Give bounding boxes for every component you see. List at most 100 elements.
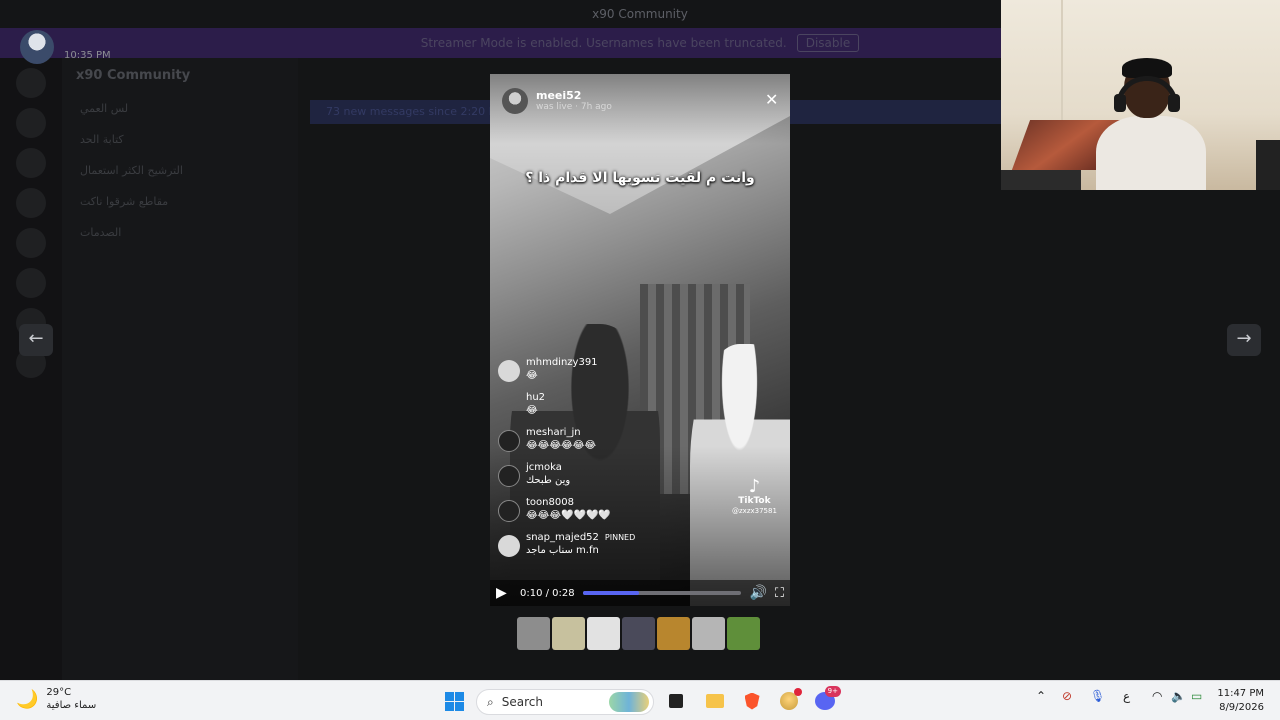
disable-button[interactable]: Disable xyxy=(796,34,860,52)
comment-user: snap_majed52 PINNED xyxy=(526,531,635,544)
live-status: was live · 7h ago xyxy=(536,102,612,112)
discord-badge: 9+ xyxy=(824,686,841,697)
taskbar: 🌙 29°C سماء صافية ⌕ Search 9+ ⌃ ⊘ 🎙 ع ◠ … xyxy=(0,680,1280,720)
language-indicator[interactable]: ع xyxy=(1123,689,1130,703)
webcam-hair xyxy=(1122,58,1172,78)
media-thumbnail[interactable] xyxy=(622,617,655,650)
comment-text: 😂 xyxy=(526,405,538,416)
server-list xyxy=(0,58,62,680)
comment-user: jcmoka xyxy=(526,462,562,473)
headset-ear-left xyxy=(1114,94,1126,112)
battery-icon[interactable]: ▭ xyxy=(1191,689,1202,703)
clock-date: 8/9/2026 xyxy=(1219,702,1264,713)
speaker-icon[interactable]: 🔈 xyxy=(1171,689,1186,703)
clock-time: 11:47 PM xyxy=(1217,688,1264,699)
channel-item[interactable]: الترشيح الكثر استعمال xyxy=(62,155,298,186)
wifi-icon[interactable]: ◠ xyxy=(1152,689,1162,703)
comment-item: jcmoka وين طبحك xyxy=(498,461,698,490)
comment-avatar xyxy=(498,465,520,487)
microphone-icon[interactable]: 🎙 xyxy=(1090,689,1105,703)
media-thumbnail[interactable] xyxy=(517,617,550,650)
live-user-avatar xyxy=(502,88,528,114)
server-icon[interactable] xyxy=(16,268,46,298)
banner-text: Streamer Mode is enabled. Usernames have… xyxy=(420,36,787,50)
channel-item[interactable]: كتابة الحد xyxy=(62,124,298,155)
server-icon[interactable] xyxy=(16,108,46,138)
comment-avatar xyxy=(498,395,520,417)
webcam-overlay xyxy=(1001,0,1280,190)
thumbnail-strip xyxy=(517,617,760,650)
system-clock[interactable]: 11:47 PM 8/9/2026 xyxy=(1212,687,1264,715)
server-icon[interactable] xyxy=(16,148,46,178)
play-icon[interactable]: ▶ xyxy=(496,585,512,601)
comment-avatar xyxy=(498,360,520,382)
server-icon[interactable] xyxy=(16,188,46,218)
next-media-button[interactable]: → xyxy=(1227,324,1261,356)
moon-icon: 🌙 xyxy=(16,688,39,710)
comment-text: سناب ماجد m.fn xyxy=(526,545,599,556)
comment-avatar xyxy=(498,535,520,557)
start-button[interactable] xyxy=(442,689,466,713)
comment-text: 😂😂😂🤍🤍🤍🤍 xyxy=(526,510,611,521)
comment-item: snap_majed52 PINNED سناب ماجد m.fn xyxy=(498,531,698,560)
close-icon[interactable]: ✕ xyxy=(765,92,778,108)
fullscreen-icon[interactable]: ⛶ xyxy=(775,586,784,601)
previous-media-button[interactable]: ← xyxy=(19,324,53,356)
video-caption: وانت م لقيت تسويها الا قدام ذا ؟ xyxy=(525,170,755,186)
channel-item[interactable]: الصدمات xyxy=(62,217,298,248)
comment-text: 😂 xyxy=(526,370,538,381)
media-thumbnail[interactable] xyxy=(692,617,725,650)
search-label: Search xyxy=(501,695,543,709)
video-player[interactable]: meei52 was live · 7h ago ✕ وانت م لقيت ت… xyxy=(490,74,790,606)
webcam-chair xyxy=(1256,140,1280,190)
app-icon[interactable] xyxy=(777,688,802,713)
windows-logo-icon xyxy=(444,691,464,711)
notification-dot xyxy=(794,688,802,696)
live-comments: mhmdinzy391 😂 hu2 😂 meshari_jn 😂😂😂😂😂😂 jcmok… xyxy=(498,356,698,566)
server-icon[interactable] xyxy=(16,228,46,258)
comment-user: meshari_jn xyxy=(526,427,581,438)
video-controls: ▶ 0:10 / 0:28 🔊 ⛶ xyxy=(490,580,790,606)
channel-item[interactable]: مقاطع شرقوا ناكت xyxy=(62,186,298,217)
server-icon[interactable] xyxy=(16,68,46,98)
tiktok-watermark: ♪ TikTok @zxzx37581 xyxy=(732,478,777,516)
media-thumbnail[interactable] xyxy=(657,617,690,650)
volume-icon[interactable]: 🔊 xyxy=(749,585,766,601)
webcam-desk xyxy=(1001,170,1081,190)
comment-item: hu2 😂 xyxy=(498,391,698,420)
live-user-header: meei52 was live · 7h ago xyxy=(502,88,612,114)
comment-text: 😂😂😂😂😂😂 xyxy=(526,440,597,451)
task-view-icon[interactable] xyxy=(664,689,688,713)
comment-item: meshari_jn 😂😂😂😂😂😂 xyxy=(498,426,698,455)
server-name[interactable]: x90 Community xyxy=(62,58,298,93)
message-time: 10:35 PM xyxy=(64,50,111,61)
comment-item: mhmdinzy391 😂 xyxy=(498,356,698,385)
tiktok-handle: @zxzx37581 xyxy=(732,507,777,515)
comment-user: mhmdinzy391 xyxy=(526,357,598,368)
file-explorer-icon[interactable] xyxy=(703,689,727,713)
comment-user: hu2 xyxy=(526,392,546,403)
brave-browser-icon[interactable] xyxy=(740,689,764,713)
weather-widget[interactable]: 🌙 29°C سماء صافية xyxy=(16,686,96,712)
search-highlight-image xyxy=(609,692,649,712)
media-thumbnail[interactable] xyxy=(587,617,620,650)
taskbar-search[interactable]: ⌕ Search xyxy=(476,689,654,715)
media-thumbnail[interactable] xyxy=(552,617,585,650)
live-username: meei52 xyxy=(536,89,582,102)
channel-item[interactable]: لس العمي xyxy=(62,93,298,124)
progress-track[interactable] xyxy=(582,591,742,595)
weather-condition: سماء صافية xyxy=(46,700,97,711)
webcam-person xyxy=(1096,58,1206,190)
antivirus-icon[interactable]: ⊘ xyxy=(1062,689,1072,703)
user-avatar xyxy=(20,30,54,64)
media-thumbnail[interactable] xyxy=(727,617,760,650)
weather-temperature: 29°C xyxy=(46,687,72,698)
discord-icon[interactable]: 9+ xyxy=(813,686,841,713)
webcam-shirt xyxy=(1096,116,1206,190)
comment-text: وين طبحك xyxy=(526,475,571,486)
comment-avatar xyxy=(498,500,520,522)
tiktok-brand: TikTok xyxy=(738,496,771,506)
tiktok-logo-icon: ♪ xyxy=(748,476,761,497)
comment-item: toon8008 😂😂😂🤍🤍🤍🤍 xyxy=(498,496,698,525)
chevron-up-icon[interactable]: ⌃ xyxy=(1036,689,1046,703)
